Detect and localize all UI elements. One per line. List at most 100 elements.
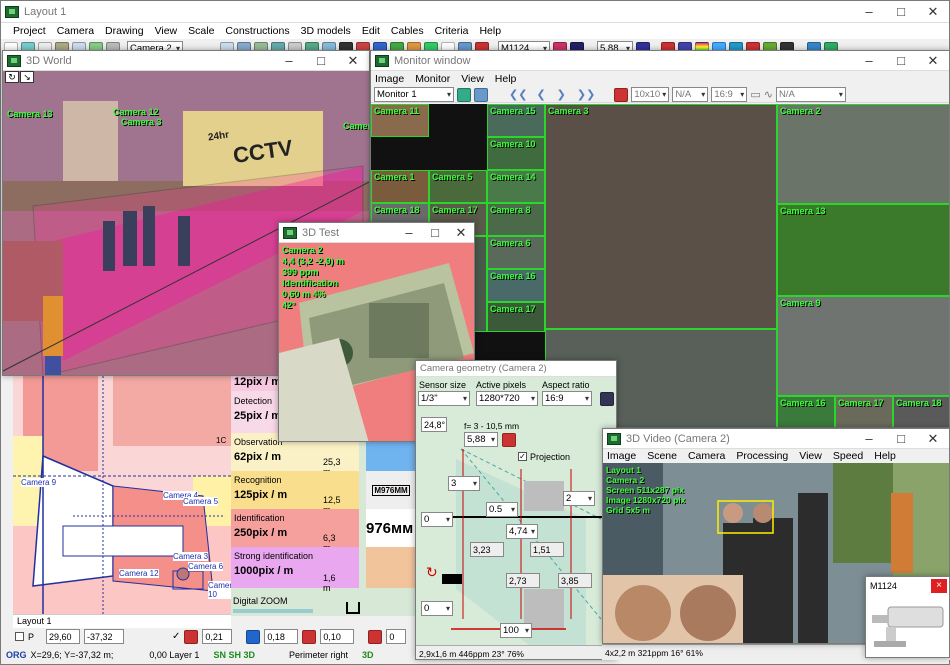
distance-select[interactable]: 4,74	[506, 524, 538, 539]
v0b-select[interactable]: 0	[421, 601, 453, 616]
value-010-field[interactable]: 0,10	[320, 629, 355, 644]
3d-test-minimize-icon[interactable]: –	[396, 223, 422, 244]
main-menu-3d-models[interactable]: 3D models	[301, 25, 351, 37]
3d-test-maximize-icon[interactable]: □	[422, 223, 448, 244]
v273-field[interactable]: 2,73	[506, 573, 540, 588]
rotate-icon[interactable]: ↻	[5, 71, 19, 83]
main-menu-view[interactable]: View	[155, 25, 178, 37]
m1124-close-icon[interactable]: ×	[931, 579, 947, 593]
main-menu-criteria[interactable]: Criteria	[435, 25, 469, 37]
main-menu-help[interactable]: Help	[479, 25, 501, 37]
main-menu-scale[interactable]: Scale	[188, 25, 214, 37]
close-icon[interactable]: ✕	[917, 1, 949, 23]
plan-label-camera-3[interactable]: Camera 3	[173, 552, 209, 561]
monitor-cell-camera-13[interactable]: Camera 13	[777, 204, 949, 296]
monitor-cell-camera-10[interactable]: Camera 10	[487, 137, 545, 170]
monitor-cell-camera-16[interactable]: Camera 16	[777, 396, 835, 427]
value-0-field[interactable]: 0	[386, 629, 407, 644]
3d-video-minimize-icon[interactable]: –	[853, 429, 885, 450]
plan-label-camera-10[interactable]: Camera 10	[208, 581, 231, 599]
video-menu-help[interactable]: Help	[874, 450, 896, 462]
monitor-cell-camera-9[interactable]: Camera 9	[777, 296, 949, 396]
main-menu-camera[interactable]: Camera	[57, 25, 94, 37]
monitor-select[interactable]: Monitor 1	[374, 87, 454, 102]
monitor-cell-camera-2[interactable]: Camera 2	[777, 104, 949, 204]
monitor-cell-camera-16[interactable]: Camera 16	[487, 269, 545, 302]
p-checkbox[interactable]	[15, 632, 24, 641]
3d-world-minimize-icon[interactable]: –	[273, 51, 305, 72]
monitor-cell-camera-1[interactable]: Camera 1	[371, 170, 429, 203]
value-021-field[interactable]: 0,21	[202, 629, 233, 644]
na-select-2[interactable]: N/A	[775, 87, 846, 102]
geometry-settings-icon[interactable]	[600, 392, 614, 406]
3d-world-maximize-icon[interactable]: □	[305, 51, 337, 72]
main-menu-project[interactable]: Project	[13, 25, 46, 37]
height-icon[interactable]	[302, 629, 317, 644]
minimize-icon[interactable]: –	[853, 1, 885, 23]
camera-angle-icon[interactable]	[184, 629, 199, 644]
video-menu-camera[interactable]: Camera	[688, 450, 725, 462]
main-menu-constructions[interactable]: Constructions	[225, 25, 289, 37]
video-menu-image[interactable]: Image	[607, 450, 636, 462]
digital-zoom-slider[interactable]	[233, 609, 313, 613]
main-menu-edit[interactable]: Edit	[362, 25, 380, 37]
monitor-menu-monitor[interactable]: Monitor	[415, 73, 450, 85]
projection-checkbox[interactable]: ✓	[518, 452, 527, 461]
projection-camera-icon[interactable]	[502, 433, 516, 447]
maximize-icon[interactable]: □	[885, 1, 917, 23]
monitor-maximize-icon[interactable]: □	[885, 51, 917, 72]
next-icon[interactable]: ❯	[557, 88, 566, 101]
tilt-select[interactable]: 2	[563, 491, 595, 506]
coord-y-field[interactable]: -37,32	[84, 629, 125, 644]
monitor-cell-camera-8[interactable]: Camera 8	[487, 203, 545, 236]
monitor-menu-view[interactable]: View	[461, 73, 484, 85]
monitor-cell-camera-14[interactable]: Camera 14	[487, 170, 545, 203]
rotate-arrow-icon[interactable]: ↻	[426, 564, 438, 581]
3d-video-maximize-icon[interactable]: □	[885, 429, 917, 450]
v323-field[interactable]: 3,23	[470, 542, 504, 557]
monitor-grid-icon[interactable]	[457, 87, 471, 102]
monitor-cell-camera-15[interactable]: Camera 15	[487, 104, 545, 137]
last-icon[interactable]: ❯❯	[577, 88, 595, 101]
aspect-ratio-select[interactable]: 16:9	[542, 391, 592, 406]
ratio-select[interactable]: 16:9	[711, 87, 748, 102]
v385-field[interactable]: 3,85	[558, 573, 592, 588]
focal-select[interactable]: 5,88	[464, 432, 498, 447]
video-menu-processing[interactable]: Processing	[736, 450, 788, 462]
pan-icon[interactable]	[246, 629, 261, 644]
monitor-close-icon[interactable]: ✕	[917, 51, 949, 72]
video-menu-scene[interactable]: Scene	[647, 450, 677, 462]
grid-size-select[interactable]: 10x10	[631, 87, 670, 102]
main-menu-drawing[interactable]: Drawing	[105, 25, 144, 37]
angle-field[interactable]: 24,8°	[421, 417, 447, 432]
monitor-cell-camera-17[interactable]: Camera 17	[487, 302, 545, 332]
tools-icon[interactable]	[614, 87, 629, 102]
floor-plan[interactable]: Camera 9 Camera 4 Camera 5 Camera 3 Came…	[13, 376, 231, 616]
3d-world-close-icon[interactable]: ✕	[337, 51, 369, 72]
wave-icon[interactable]: ∿	[764, 88, 773, 101]
3d-test-close-icon[interactable]: ✕	[448, 223, 474, 244]
active-pixels-select[interactable]: 1280*720	[476, 391, 538, 406]
height-select[interactable]: 3	[448, 476, 480, 491]
depth-icon[interactable]	[368, 629, 383, 644]
prev-icon[interactable]: ❮	[536, 88, 545, 101]
select-arrow-icon[interactable]: ↘	[20, 71, 34, 83]
monitor-cell-camera-3[interactable]: Camera 3	[545, 104, 777, 329]
v05-select[interactable]: 0.5	[486, 502, 518, 517]
monitor-cell-camera-11[interactable]: Camera 11	[371, 104, 429, 137]
monitor-cell-camera-18[interactable]: Camera 18	[893, 396, 949, 427]
monitor-cell-camera-6[interactable]: Camera 6	[487, 236, 545, 269]
plan-label-camera-12[interactable]: Camera 12	[119, 569, 159, 578]
plan-label-camera-9[interactable]: Camera 9	[21, 478, 57, 487]
v100-select[interactable]: 100	[500, 623, 532, 638]
sensor-size-select[interactable]: 1/3"	[418, 391, 470, 406]
monitor-cell-camera-17[interactable]: Camera 17	[835, 396, 893, 427]
v0-select[interactable]: 0	[421, 512, 453, 527]
layout-tab[interactable]: Layout 1	[13, 616, 52, 626]
na-select-1[interactable]: N/A	[672, 87, 709, 102]
first-icon[interactable]: ❮❮	[509, 88, 527, 101]
video-menu-speed[interactable]: Speed	[833, 450, 863, 462]
value-018-field[interactable]: 0,18	[264, 629, 299, 644]
monitor-menu-help[interactable]: Help	[495, 73, 517, 85]
plan-label-camera-5[interactable]: Camera 5	[183, 497, 219, 506]
